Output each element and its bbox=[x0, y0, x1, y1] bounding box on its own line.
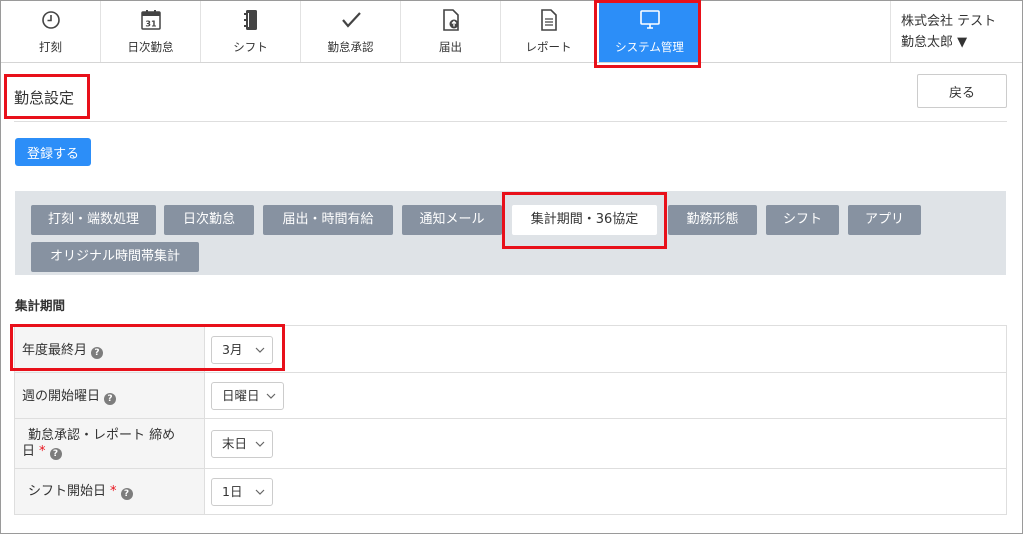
table-row-fiscal-year-end: 年度最終月? 3月 bbox=[15, 326, 1006, 373]
row-label-cell: 週の開始曜日? bbox=[15, 373, 205, 418]
document-upload-icon bbox=[401, 9, 500, 31]
chevron-down-icon bbox=[254, 479, 266, 505]
notebook-icon bbox=[201, 9, 300, 31]
select-value: 末日 bbox=[222, 436, 248, 451]
nav-item-attendance-approval[interactable]: 勤怠承認 bbox=[301, 1, 401, 62]
row-label: 年度最終月 bbox=[22, 343, 88, 358]
chevron-down-icon bbox=[254, 431, 266, 457]
nav-item-system-admin[interactable]: システム管理 bbox=[599, 1, 701, 62]
table-row-closing-day: 勤怠承認・レポート 締め 日 *? 末日 bbox=[15, 419, 1006, 469]
user-menu[interactable]: 株式会社 テスト 勤怠太郎 ▼ bbox=[890, 1, 1022, 62]
select-value: 3月 bbox=[222, 342, 243, 357]
checkmark-icon bbox=[301, 9, 400, 31]
help-icon[interactable]: ? bbox=[120, 488, 133, 500]
tab-aggregation-36-agreement[interactable]: 集計期間・36協定 bbox=[512, 205, 657, 235]
table-row-shift-start-day: シフト開始日 *? 1日 bbox=[15, 469, 1006, 514]
user-name-dropdown[interactable]: 勤怠太郎 ▼ bbox=[901, 32, 1022, 53]
nav-item-label: レポート bbox=[525, 40, 572, 54]
tab-work-style[interactable]: 勤務形態 bbox=[668, 205, 757, 235]
nav-item-label: システム管理 bbox=[615, 40, 684, 54]
nav-item-shift[interactable]: シフト bbox=[201, 1, 301, 62]
tab-original-time-aggregation[interactable]: オリジナル時間帯集計 bbox=[31, 242, 199, 272]
settings-table: 年度最終月? 3月 週の開始曜日? 日曜日 勤怠承認・レポート 締め 日 *? 末… bbox=[14, 325, 1007, 515]
tab-punch-rounding[interactable]: 打刻・端数処理 bbox=[31, 205, 156, 235]
row-label: シフト開始日 bbox=[28, 484, 107, 499]
chevron-down-icon bbox=[254, 337, 266, 363]
help-icon[interactable]: ? bbox=[91, 347, 104, 359]
chevron-down-icon bbox=[265, 383, 277, 409]
clock-icon bbox=[1, 9, 100, 31]
top-nav: 打刻 31 日次勤怠 シフト 勤怠承認 届出 レポート システム管理 株式会社 … bbox=[1, 1, 1022, 63]
row-label-cell: 勤怠承認・レポート 締め 日 *? bbox=[15, 419, 205, 468]
page-title: 勤怠設定 bbox=[14, 89, 75, 107]
section-title: 集計期間 bbox=[15, 298, 66, 313]
nav-item-label: 日次勤怠 bbox=[127, 40, 174, 54]
fiscal-year-end-select[interactable]: 3月 bbox=[211, 336, 273, 364]
nav-item-label: 勤怠承認 bbox=[327, 40, 374, 54]
help-icon[interactable]: ? bbox=[104, 393, 117, 405]
table-row-week-start-day: 週の開始曜日? 日曜日 bbox=[15, 373, 1006, 419]
select-value: 日曜日 bbox=[222, 388, 260, 403]
tab-notifications-paid-leave[interactable]: 届出・時間有給 bbox=[263, 205, 393, 235]
closing-day-select[interactable]: 末日 bbox=[211, 430, 273, 458]
nav-item-punch[interactable]: 打刻 bbox=[1, 1, 101, 62]
calendar-day-number: 31 bbox=[145, 20, 157, 29]
nav-item-daily-attendance[interactable]: 31 日次勤怠 bbox=[101, 1, 201, 62]
nav-item-notifications[interactable]: 届出 bbox=[401, 1, 501, 62]
save-button[interactable]: 登録する bbox=[15, 138, 91, 166]
nav-item-label: 届出 bbox=[439, 40, 462, 54]
tab-shift[interactable]: シフト bbox=[766, 205, 839, 235]
required-mark: * bbox=[39, 444, 46, 459]
report-icon bbox=[501, 9, 596, 31]
calendar-icon: 31 bbox=[101, 9, 200, 31]
row-label-line1: 勤怠承認・レポート 締め bbox=[28, 428, 176, 443]
shift-start-day-select[interactable]: 1日 bbox=[211, 478, 273, 506]
tab-daily-attendance[interactable]: 日次勤怠 bbox=[164, 205, 254, 235]
row-label-line2: 日 bbox=[22, 444, 36, 459]
title-divider bbox=[14, 121, 1007, 122]
row-label: 週の開始曜日 bbox=[22, 389, 101, 404]
back-button[interactable]: 戻る bbox=[917, 74, 1007, 108]
row-label-cell: シフト開始日 *? bbox=[15, 469, 205, 514]
nav-item-label: シフト bbox=[233, 40, 268, 54]
monitor-icon bbox=[599, 9, 700, 31]
tab-app[interactable]: アプリ bbox=[848, 205, 921, 235]
tab-notification-mail[interactable]: 通知メール bbox=[402, 205, 502, 235]
select-value: 1日 bbox=[222, 484, 243, 499]
week-start-day-select[interactable]: 日曜日 bbox=[211, 382, 284, 410]
nav-item-label: 打刻 bbox=[39, 40, 62, 54]
company-name: 株式会社 テスト bbox=[901, 14, 997, 29]
help-icon[interactable]: ? bbox=[49, 448, 62, 460]
row-label-cell: 年度最終月? bbox=[15, 326, 205, 372]
nav-item-report[interactable]: レポート bbox=[501, 1, 597, 62]
required-mark: * bbox=[110, 484, 117, 499]
